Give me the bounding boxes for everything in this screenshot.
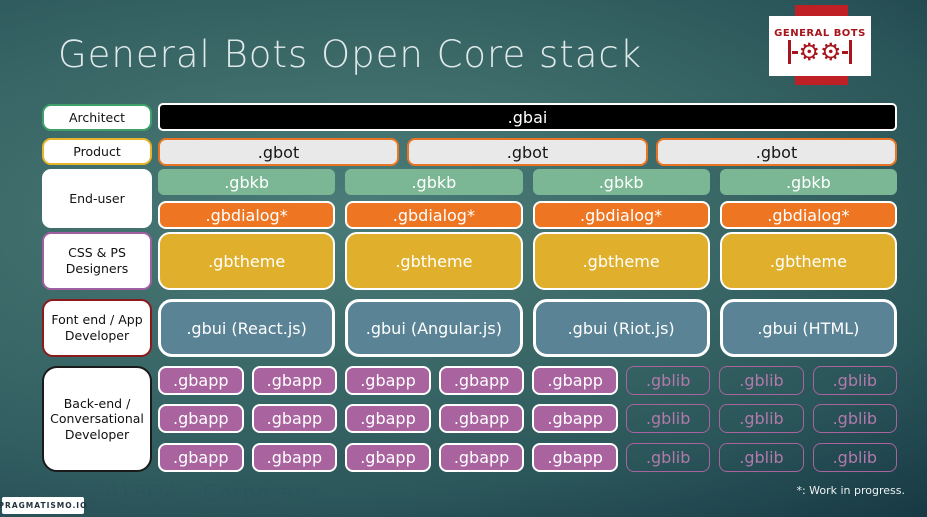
gbdialog-box: .gbdialog* [532,201,710,229]
label-frontend-app-developer: Font end / App Developer [42,299,152,357]
gbkb-box: .gbkb [158,169,336,195]
gblib-box: .gblib [812,366,897,395]
gbtheme-box: .gbtheme [532,232,710,290]
gblib-group: .gblib .gblib .gblib [626,443,897,472]
gbapp-box: .gbapp [158,443,244,472]
gbui-box: .gbui (Riot.js) [532,299,710,357]
footer-caption: 2018Q4 - Corporate [90,481,318,505]
gbapp-box: .gbapp [345,366,431,395]
gbdialog-box: .gbdialog* [719,201,897,229]
gear-icon: ⚙ [798,38,820,66]
watermark-pragmatismo: PRAGMATISMO.IO [0,497,86,514]
gbapp-box: .gbapp [438,404,525,433]
gbtheme-box: .gbtheme [345,232,523,290]
gbtheme-box: .gbtheme [719,232,897,290]
gblib-box: .gblib [626,443,711,472]
gbkb-box: .gbkb [719,169,897,195]
gbdialog-row: .gbdialog* .gbdialog* .gbdialog* .gbdialog* [158,201,897,229]
gbapp-box: .gbapp [251,404,338,433]
gbapp-group: .gbapp .gbapp .gbapp .gbapp .gbapp [158,404,618,433]
work-in-progress-note: *: Work in progress. [796,484,905,497]
gbdialog-box: .gbdialog* [158,201,336,229]
label-end-user: End-user [42,169,152,228]
gbapp-box: .gbapp [251,366,338,395]
gblib-group: .gblib .gblib .gblib [626,366,897,395]
gbapp-group: .gbapp .gbapp .gbapp .gbapp .gbapp [158,443,618,472]
gbapp-box: .gbapp [438,366,525,395]
label-architect: Architect [42,104,152,131]
gblib-box: .gblib [626,404,711,433]
gbkb-box: .gbkb [345,169,523,195]
gbot-box: .gbot [158,138,399,166]
gbapp-box: .gbapp [438,443,525,472]
gbui-box: .gbui (React.js) [158,299,336,357]
gbdialog-box: .gbdialog* [345,201,523,229]
gblib-box: .gblib [719,404,804,433]
dev-row-2: .gbapp .gbapp .gbapp .gbapp .gbapp .gblib .gb… [158,404,897,433]
dev-row-3: .gbapp .gbapp .gbapp .gbapp .gbapp .gblib .gb… [158,443,897,472]
gear-frame-left-icon [788,40,792,64]
gbkb-row: .gbkb .gbkb .gbkb .gbkb [158,169,897,195]
gear-frame-right-icon [848,40,852,64]
gbui-box: .gbui (Angular.js) [345,299,523,357]
gbapp-box: .gbapp [158,366,244,395]
slide-title: General Bots Open Core stack [58,33,643,76]
gbtheme-row: .gbtheme .gbtheme .gbtheme .gbtheme [158,232,897,290]
gblib-box: .gblib [626,366,711,395]
gear-icon: ⚙ [820,38,842,66]
gbui-box: .gbui (HTML) [719,299,897,357]
gbapp-group: .gbapp .gbapp .gbapp .gbapp .gbapp [158,366,618,395]
gblib-box: .gblib [812,443,897,472]
dev-row-1: .gbapp .gbapp .gbapp .gbapp .gbapp .gblib .gb… [158,366,897,395]
gbot-box: .gbot [407,138,648,166]
gblib-box: .gblib [719,366,804,395]
gbkb-box: .gbkb [532,169,710,195]
gblib-box: .gblib [812,404,897,433]
label-css-ps-designers: CSS & PS Designers [42,232,152,290]
gbapp-box: .gbapp [251,443,338,472]
gbapp-box: .gbapp [532,443,618,472]
gbai-box: .gbai [158,103,897,131]
gblib-group: .gblib .gblib .gblib [626,404,897,433]
label-product: Product [42,138,152,165]
gbtheme-box: .gbtheme [158,232,336,290]
gbapp-box: .gbapp [158,404,244,433]
gbapp-box: .gbapp [532,404,618,433]
gears-icon: ⚙ ⚙ [787,40,852,64]
gbapp-box: .gbapp [345,404,431,433]
gblib-box: .gblib [719,443,804,472]
label-backend-conversational-developer: Back-end / Conversational Developer [42,366,152,472]
gbot-box: .gbot [656,138,897,166]
gbui-row: .gbui (React.js) .gbui (Angular.js) .gbui … [158,299,897,357]
gbot-row: .gbot .gbot .gbot [158,138,897,166]
slide: General Bots Open Core stack GENERAL BOT… [0,0,927,517]
gbapp-box: .gbapp [345,443,431,472]
gbapp-box: .gbapp [532,366,618,395]
brand-logo: GENERAL BOTS ⚙ ⚙ [769,16,871,76]
gear-frame-tick-right [841,50,848,54]
